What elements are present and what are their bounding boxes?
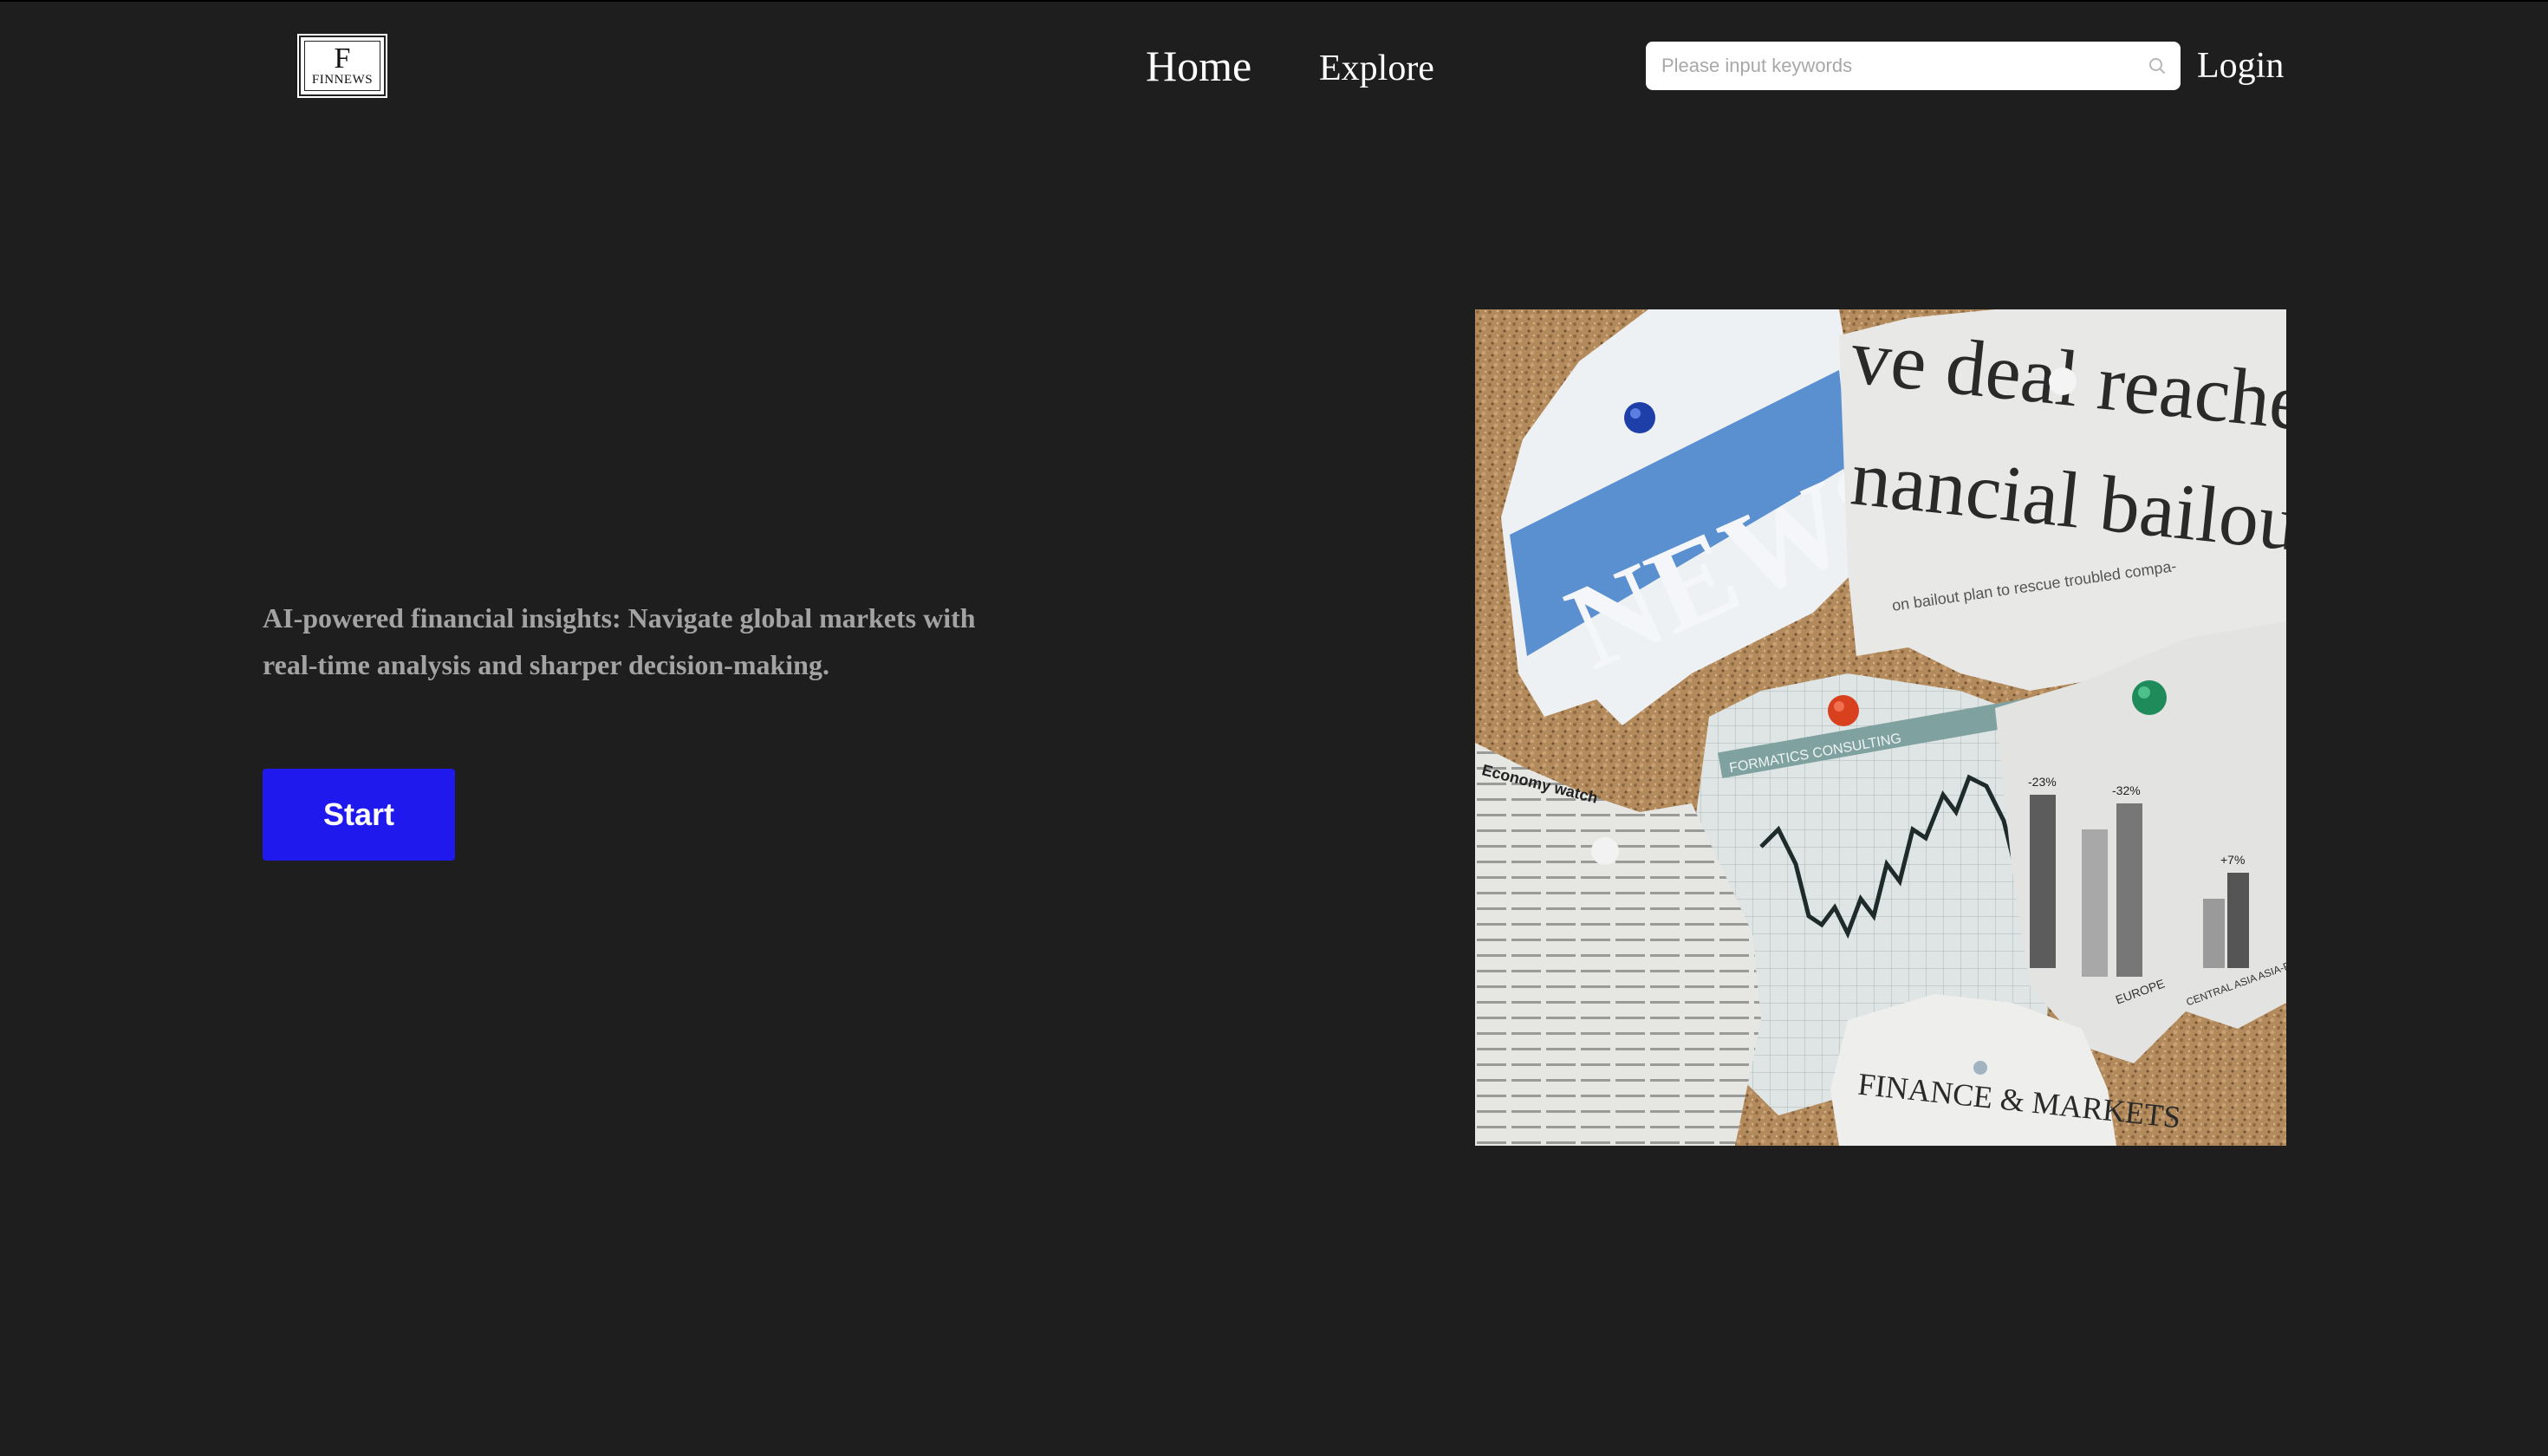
nav-home-link[interactable]: Home xyxy=(1146,38,1251,94)
bar-pct-2: -32% xyxy=(2112,783,2141,797)
bar-5 xyxy=(2227,873,2249,968)
green-pin xyxy=(2132,680,2167,715)
white-pin-2 xyxy=(1591,837,1619,865)
bar-3 xyxy=(2116,803,2142,977)
bar-2 xyxy=(2082,829,2108,977)
start-button[interactable]: Start xyxy=(263,769,455,861)
hero-newspaper-image: NEWS ve deal reached nancial bailou on b… xyxy=(1475,309,2286,1146)
bar-4 xyxy=(2203,899,2225,968)
finnews-logo[interactable]: F FINNEWS xyxy=(297,34,387,98)
blue-pin xyxy=(1624,402,1655,433)
logo-frame xyxy=(304,41,380,91)
red-pin xyxy=(1828,695,1859,726)
bar-pct-1: -23% xyxy=(2028,775,2057,789)
bar-1 xyxy=(2030,795,2056,968)
tagline-line-1: AI-powered financial insights: Navigate … xyxy=(263,602,976,634)
tagline-line-2: real-time analysis and sharper decision-… xyxy=(263,649,829,680)
search-box[interactable] xyxy=(1646,42,2181,90)
bar-pct-3: +7% xyxy=(2220,853,2245,867)
hero-tagline: AI-powered financial insights: Navigate … xyxy=(263,595,1043,688)
search-icon[interactable] xyxy=(2148,56,2167,75)
top-border xyxy=(0,0,2548,2)
nav-explore-link[interactable]: Explore xyxy=(1319,43,1434,94)
white-pin-1 xyxy=(2049,367,2077,395)
login-link[interactable]: Login xyxy=(2197,40,2284,92)
small-pin xyxy=(1973,1061,1987,1075)
search-input[interactable] xyxy=(1660,54,2141,78)
